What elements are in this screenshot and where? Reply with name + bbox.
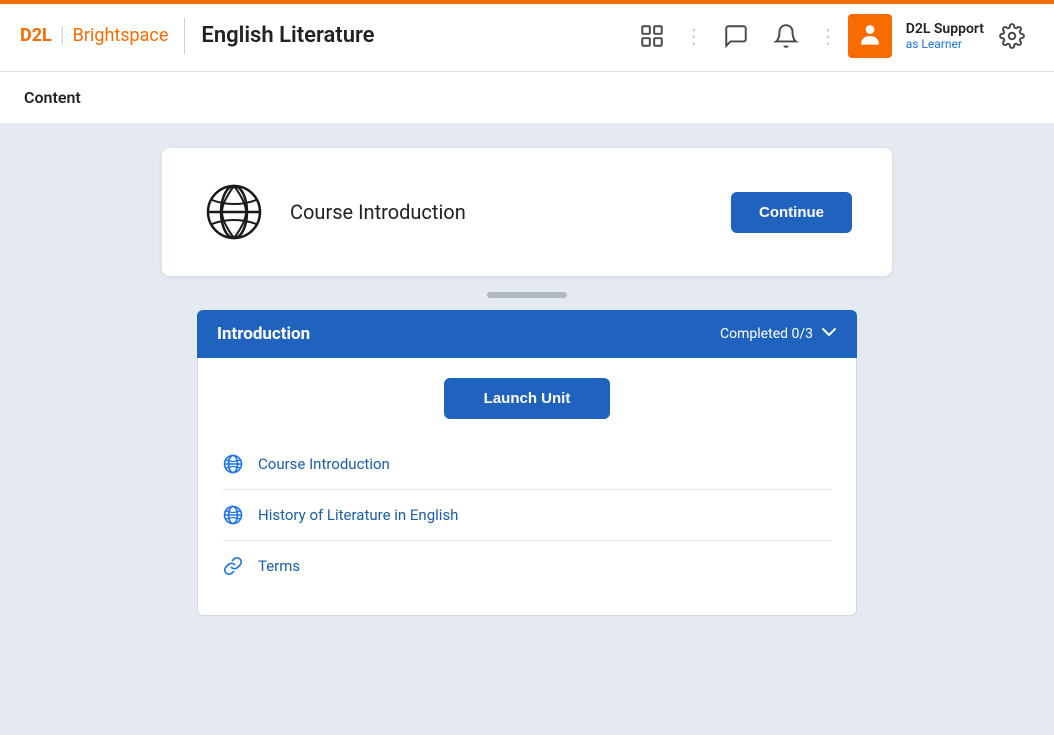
list-item: Course Introduction	[222, 439, 832, 490]
dots-divider-1: ⋮	[684, 24, 704, 48]
continue-button[interactable]: Continue	[731, 192, 852, 233]
user-avatar-icon	[857, 23, 883, 49]
intro-body: Launch Unit Course Introduction	[197, 358, 857, 616]
learner-link[interactable]: Learner	[921, 37, 961, 51]
item-globe-icon-1	[222, 453, 244, 475]
nav-icons: ⋮ ⋮ D2L Support as Learner	[630, 14, 1034, 58]
chat-icon-button[interactable]	[714, 14, 758, 58]
logo-section: D2L | Brightspace	[20, 23, 168, 48]
chevron-icon	[821, 324, 837, 340]
dots-divider-2: ⋮	[818, 24, 838, 48]
d2l-logo: D2L | Brightspace	[20, 23, 168, 48]
course-title: English Literature	[201, 23, 374, 48]
scroll-indicator-row	[0, 292, 1054, 298]
bell-icon-button[interactable]	[764, 14, 808, 58]
completion-status: Completed 0/3	[720, 326, 813, 342]
item-globe-icon-2	[222, 504, 244, 526]
nav-divider	[184, 18, 185, 54]
list-item: Terms	[222, 541, 832, 591]
list-item: History of Literature in English	[222, 490, 832, 541]
globe-icon-container	[202, 180, 266, 244]
intro-status: Completed 0/3	[720, 324, 837, 344]
user-name: D2L Support	[906, 21, 984, 37]
intro-header: Introduction Completed 0/3	[197, 310, 857, 358]
d2l-brand-text: D2L	[20, 25, 52, 46]
chevron-down-icon[interactable]	[821, 324, 837, 344]
user-avatar-button[interactable]	[848, 14, 892, 58]
main-area: Course Introduction Continue Introductio…	[0, 124, 1054, 735]
navbar: D2L | Brightspace English Literature ⋮	[0, 0, 1054, 72]
launch-unit-button[interactable]: Launch Unit	[444, 378, 611, 419]
course-intro-link[interactable]: Course Introduction	[258, 455, 390, 473]
item-link-icon	[222, 555, 244, 577]
brightspace-text: Brightspace	[73, 25, 169, 46]
user-info: D2L Support as Learner	[906, 21, 984, 51]
brand-separator: |	[60, 23, 65, 48]
user-role: as Learner	[906, 37, 984, 51]
course-intro-card: Course Introduction Continue	[162, 148, 892, 276]
settings-icon	[999, 23, 1025, 49]
history-link[interactable]: History of Literature in English	[258, 506, 458, 524]
module-items-list: Course Introduction History of Literatur…	[222, 439, 832, 591]
settings-button[interactable]	[990, 14, 1034, 58]
scroll-indicator	[487, 292, 567, 298]
chat-icon	[723, 23, 749, 49]
bell-icon	[773, 23, 799, 49]
content-header: Content	[0, 72, 1054, 124]
globe-icon	[204, 182, 264, 242]
course-intro-title: Course Introduction	[290, 200, 707, 224]
grid-icon-button[interactable]	[630, 14, 674, 58]
content-label: Content	[24, 88, 81, 107]
terms-link[interactable]: Terms	[258, 557, 300, 575]
intro-section: Introduction Completed 0/3 Launch Unit	[197, 310, 857, 616]
grid-icon	[639, 23, 665, 49]
intro-module-title: Introduction	[217, 324, 310, 344]
